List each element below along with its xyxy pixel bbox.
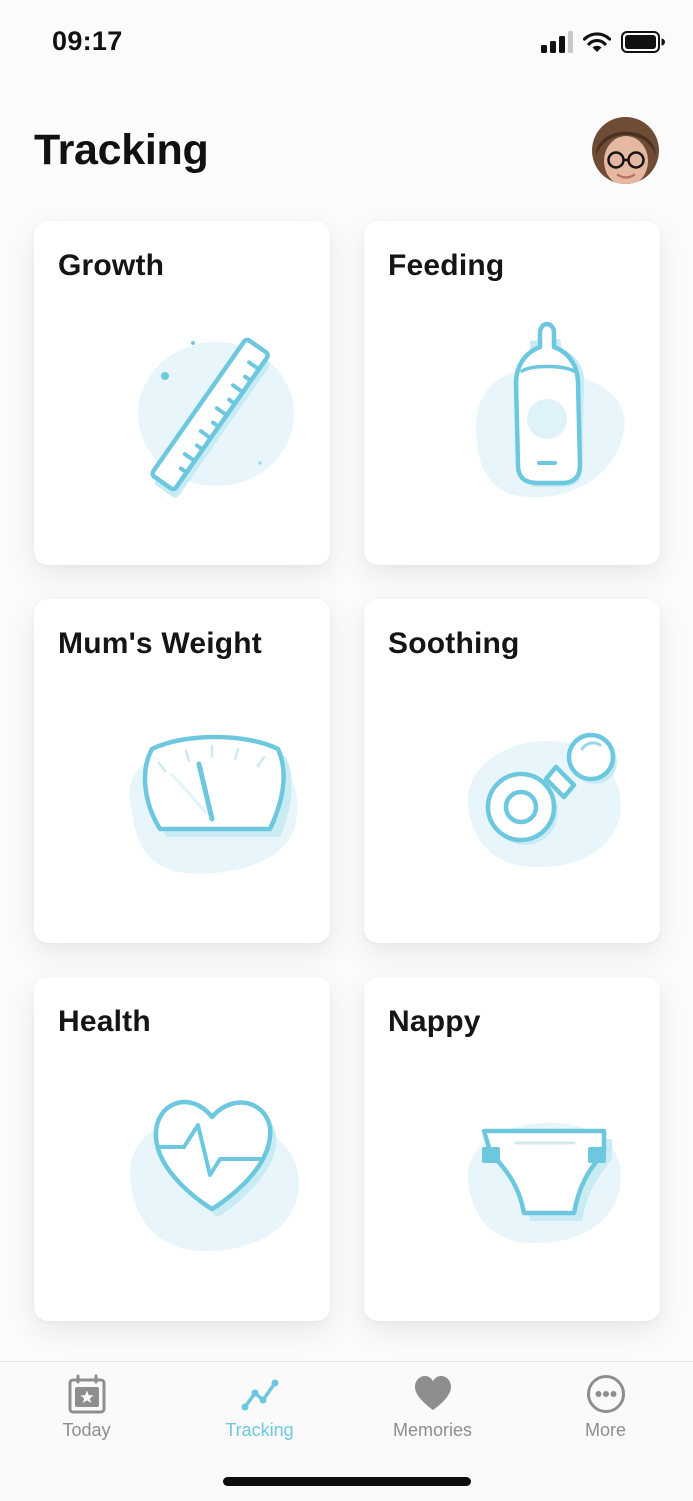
battery-icon <box>621 31 665 53</box>
status-time: 09:17 <box>52 26 123 56</box>
baby-bottle-icon <box>475 321 625 498</box>
status-icons <box>541 28 665 56</box>
growth-card[interactable]: Growth <box>34 221 330 565</box>
soothing-card[interactable]: Soothing <box>364 599 660 943</box>
feeding-card[interactable]: Feeding <box>364 221 660 565</box>
heart-icon <box>129 1099 300 1252</box>
home-indicator[interactable] <box>223 1477 471 1486</box>
page-title: Tracking <box>34 126 209 174</box>
scale-icon <box>129 734 298 874</box>
nappy-icon <box>467 1122 621 1244</box>
nappy-card[interactable]: Nappy <box>364 977 660 1321</box>
tab-label: Tracking <box>225 1420 294 1440</box>
profile-avatar[interactable] <box>592 117 659 184</box>
tab-label: More <box>584 1420 626 1440</box>
tab-memories[interactable]: Memories <box>346 1362 519 1462</box>
tab-label: Today <box>62 1420 111 1440</box>
trend-line-icon <box>241 1379 278 1411</box>
tab-label: Memories <box>392 1420 472 1440</box>
tab-today[interactable]: Today <box>0 1362 173 1462</box>
avatar-photo <box>592 117 659 184</box>
status-bar: 09:17 <box>0 0 693 80</box>
calendar-star-icon <box>68 1374 105 1414</box>
mums-weight-card[interactable]: Mum's Weight <box>34 599 330 943</box>
cellular-signal-icon <box>541 31 573 53</box>
heart-icon <box>414 1376 451 1410</box>
ruler-icon <box>138 337 294 498</box>
more-dots-icon <box>586 1375 625 1413</box>
wifi-icon <box>583 32 611 52</box>
tab-tracking[interactable]: Tracking <box>173 1362 346 1462</box>
health-card[interactable]: Health <box>34 977 330 1321</box>
tab-more[interactable]: More <box>519 1362 692 1462</box>
pacifier-icon <box>467 732 621 868</box>
